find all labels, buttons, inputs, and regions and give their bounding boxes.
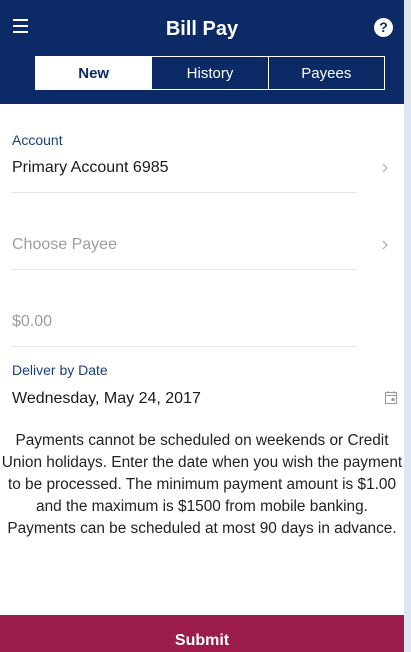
help-circle-icon[interactable]: ?	[374, 18, 393, 37]
tab-bar: New History Payees	[35, 56, 385, 90]
payee-placeholder: Choose Payee	[12, 236, 117, 253]
deliver-by-label: Deliver by Date	[12, 362, 108, 378]
payee-selector[interactable]: Choose Payee	[12, 229, 388, 270]
submit-button[interactable]: Submit	[0, 615, 404, 652]
deliver-date-value: Wednesday, May 24, 2017	[12, 390, 201, 407]
account-label: Account	[12, 132, 63, 148]
amount-field[interactable]: $0.00	[12, 306, 356, 347]
tab-new[interactable]: New	[36, 57, 152, 89]
account-value: Primary Account 6985	[12, 159, 169, 176]
app-header: Bill Pay ? New History Payees	[0, 0, 404, 104]
calendar-icon[interactable]	[385, 391, 397, 404]
chevron-right-icon	[382, 240, 388, 250]
chevron-right-icon	[382, 163, 388, 173]
tab-history[interactable]: History	[151, 57, 267, 89]
deliver-date-field[interactable]: Wednesday, May 24, 2017	[12, 383, 356, 423]
amount-placeholder: $0.00	[12, 313, 53, 330]
payment-notice: Payments cannot be scheduled on weekends…	[1, 432, 403, 537]
page-title: Bill Pay	[165, 18, 239, 40]
account-selector[interactable]: Primary Account 6985	[12, 152, 388, 193]
bill-pay-screen: Bill Pay ? New History Payees Account Pr…	[0, 0, 404, 652]
tab-payees[interactable]: Payees	[267, 57, 384, 89]
